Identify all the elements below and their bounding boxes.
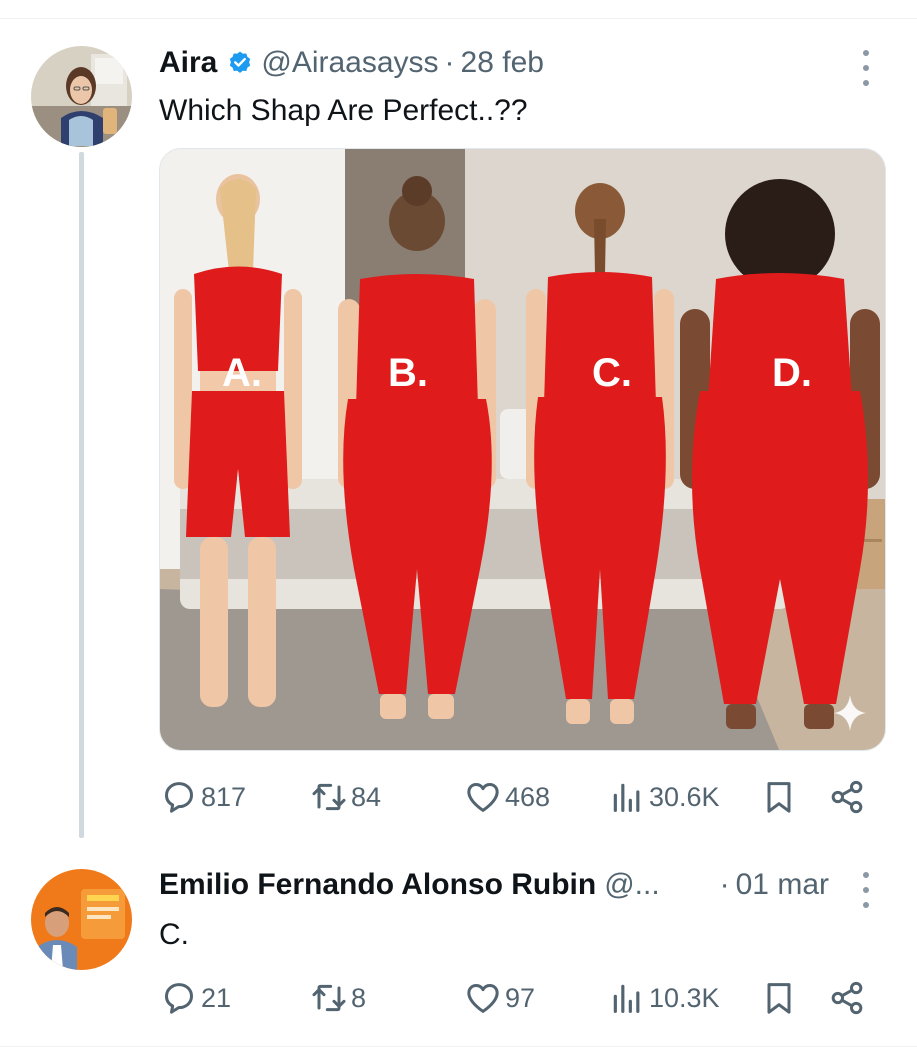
repost-count: 8 bbox=[351, 982, 367, 1013]
like-button[interactable]: 97 bbox=[463, 978, 535, 1018]
verified-badge-icon bbox=[227, 50, 253, 84]
share-button[interactable] bbox=[827, 777, 867, 817]
views-icon bbox=[613, 984, 640, 1013]
tweet-actions: 817 84 468 30.6K bbox=[159, 777, 874, 817]
avatar-image bbox=[31, 46, 132, 147]
reply-icon bbox=[165, 782, 193, 813]
tweet-header: Emilio Fernando Alonso Rubin @... · 01 m… bbox=[159, 868, 829, 902]
repost-icon bbox=[312, 984, 346, 1012]
repost-button[interactable]: 8 bbox=[309, 978, 366, 1018]
separator-dot: · bbox=[719, 868, 730, 901]
tweet-actions: 21 8 97 10.3K bbox=[159, 978, 874, 1018]
heart-icon bbox=[467, 984, 499, 1013]
avatar-image bbox=[31, 869, 132, 970]
bookmark-icon bbox=[767, 983, 791, 1014]
separator-dot: · bbox=[444, 46, 455, 79]
media-label-d: D. bbox=[772, 351, 812, 395]
views-count: 30.6K bbox=[649, 781, 720, 812]
views-button[interactable]: 10.3K bbox=[607, 978, 720, 1018]
more-options-icon[interactable] bbox=[856, 50, 876, 86]
share-icon bbox=[831, 780, 863, 814]
reply-button[interactable]: 817 bbox=[159, 777, 246, 817]
like-count: 97 bbox=[505, 982, 536, 1013]
views-button[interactable]: 30.6K bbox=[607, 777, 720, 817]
top-divider bbox=[0, 18, 917, 19]
like-count: 468 bbox=[505, 781, 551, 812]
more-options-icon[interactable] bbox=[856, 872, 876, 908]
views-count: 10.3K bbox=[649, 982, 720, 1013]
tweet-text: Which Shap Are Perfect..?? bbox=[159, 94, 528, 127]
author-name[interactable]: Emilio Fernando Alonso Rubin bbox=[159, 868, 596, 902]
reply-count: 817 bbox=[201, 781, 247, 812]
bookmark-button[interactable] bbox=[759, 978, 799, 1018]
bookmark-icon bbox=[767, 782, 791, 813]
media-label-c: C. bbox=[592, 351, 632, 395]
author-handle[interactable]: @... bbox=[604, 868, 659, 902]
share-button[interactable] bbox=[827, 978, 867, 1018]
tweet-text: C. bbox=[159, 918, 189, 951]
avatar[interactable] bbox=[31, 869, 132, 970]
avatar[interactable] bbox=[31, 46, 132, 147]
bottom-divider bbox=[0, 1046, 917, 1047]
tweet-media[interactable]: A. B. C. D. bbox=[159, 148, 886, 751]
media-label-b: B. bbox=[388, 351, 428, 395]
author-name[interactable]: Aira bbox=[159, 46, 217, 80]
reply-count: 21 bbox=[201, 982, 232, 1013]
repost-count: 84 bbox=[351, 781, 382, 812]
author-handle[interactable]: @Airaasayss bbox=[261, 46, 438, 80]
like-button[interactable]: 468 bbox=[463, 777, 550, 817]
repost-button[interactable]: 84 bbox=[309, 777, 381, 817]
share-icon bbox=[831, 981, 863, 1015]
media-label-a: A. bbox=[222, 351, 262, 395]
post-date[interactable]: 01 mar bbox=[736, 868, 829, 902]
bookmark-button[interactable] bbox=[759, 777, 799, 817]
post-date[interactable]: 28 feb bbox=[461, 46, 544, 80]
repost-icon bbox=[312, 783, 346, 811]
reply-icon bbox=[165, 983, 193, 1014]
views-icon bbox=[613, 783, 640, 812]
thread-connector-line bbox=[79, 152, 84, 838]
reply-button[interactable]: 21 bbox=[159, 978, 231, 1018]
tweet-header: Aira @Airaasayss · 28 feb bbox=[159, 46, 544, 80]
media-image: A. B. C. D. bbox=[160, 149, 885, 750]
heart-icon bbox=[467, 783, 499, 812]
